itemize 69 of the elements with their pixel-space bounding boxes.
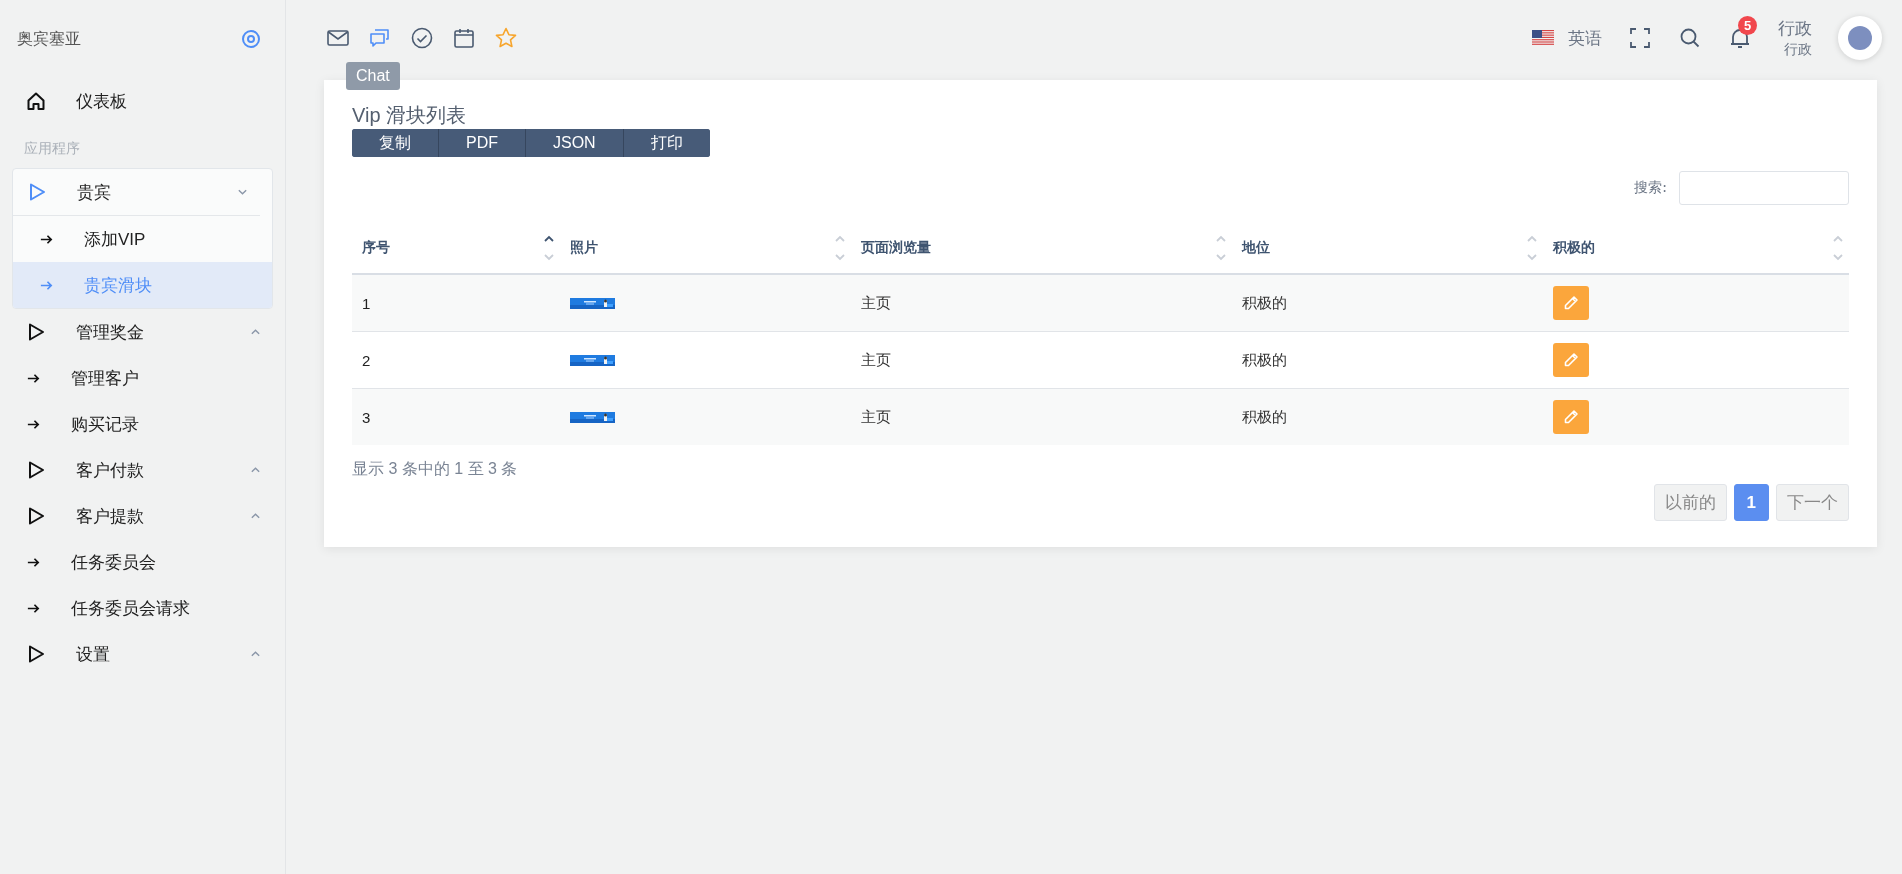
user-role: 行政 [1784,41,1812,59]
triangle-icon [26,322,46,342]
card-title: Vip 滑块列表 [352,103,468,128]
table-cell: 积极的 [1232,331,1543,389]
avatar[interactable] [1838,16,1882,60]
chat-icon[interactable] [368,26,392,50]
menu-label: 购买记录 [71,413,139,436]
sidebar-item[interactable]: 管理客户 [12,355,273,401]
triangle-icon [26,644,46,664]
table-cell: 主页 [851,274,1232,332]
brand-name: 奥宾塞亚 [17,28,81,49]
language-selector[interactable]: 英语 [1532,26,1602,50]
menu-label: 贵宾 [77,181,111,204]
pencil-icon [1563,352,1579,368]
chevron-up-icon [250,466,261,474]
table-cell: 2 [352,331,560,389]
sidebar-item[interactable]: 任务委员会请求 [12,585,273,631]
star-icon[interactable] [494,26,518,50]
calendar-icon[interactable] [452,26,476,50]
edit-button[interactable] [1553,400,1589,434]
sidebar-item[interactable]: 客户提款 [12,493,273,539]
search-icon[interactable] [1678,26,1702,50]
edit-button[interactable] [1553,343,1589,377]
export-button[interactable]: 打印 [622,129,710,157]
table-cell: 1 [352,274,560,332]
sidebar-item[interactable]: 管理奖金 [12,309,273,355]
edit-button[interactable] [1553,286,1589,320]
pencil-icon [1563,409,1579,425]
pencil-icon [1563,295,1579,311]
section-label: 应用程序 [23,139,81,158]
table-cell: 主页 [851,331,1232,389]
chevron-down-icon [237,188,248,196]
menu-label: 管理奖金 [76,321,144,344]
tooltip: Chat [346,62,400,90]
menu-label: 客户付款 [76,459,144,482]
table-cell: 3 [352,388,560,445]
table-cell: 积极的 [1232,274,1543,332]
sidebar-item[interactable]: 客户付款 [12,447,273,493]
check-circle-icon[interactable] [410,26,434,50]
menu-label: 添加VIP [84,228,146,251]
menu-label: 管理客户 [71,367,139,390]
menu-label: 任务委员会请求 [71,597,190,620]
flag-icon [1532,30,1554,46]
table-cell: 主页 [851,388,1232,445]
home-icon [26,91,46,111]
chevron-up-icon [250,512,261,520]
user-name: 行政 [1778,18,1812,40]
sidebar-item[interactable]: 任务委员会 [12,539,273,585]
notification-badge: 5 [1738,16,1757,35]
submenu-item[interactable]: 添加VIP [13,216,272,262]
fullscreen-icon[interactable] [1628,26,1652,50]
menu-label: 贵宾滑块 [84,274,152,297]
entries-info: 显示 3 条中的 1 至 3 条 [352,459,519,479]
menu-label: 设置 [76,643,110,666]
chevron-up-icon [250,328,261,336]
table-cell: 积极的 [1232,388,1543,445]
sidebar-item[interactable]: 仪表板 [12,78,273,124]
sidebar-item[interactable]: 购买记录 [12,401,273,447]
triangle-icon [26,460,46,480]
sidebar-item[interactable]: 设置 [12,631,273,677]
target-icon[interactable] [241,29,261,49]
menu-label: 客户提款 [76,505,144,528]
chevron-up-icon [250,650,261,658]
search-label: 搜索: [1634,179,1667,197]
menu-label: 任务委员会 [71,551,156,574]
triangle-icon [27,182,47,202]
search-field[interactable] [1679,171,1849,205]
sidebar-item[interactable]: 贵宾 [13,169,260,216]
triangle-icon [26,506,46,526]
